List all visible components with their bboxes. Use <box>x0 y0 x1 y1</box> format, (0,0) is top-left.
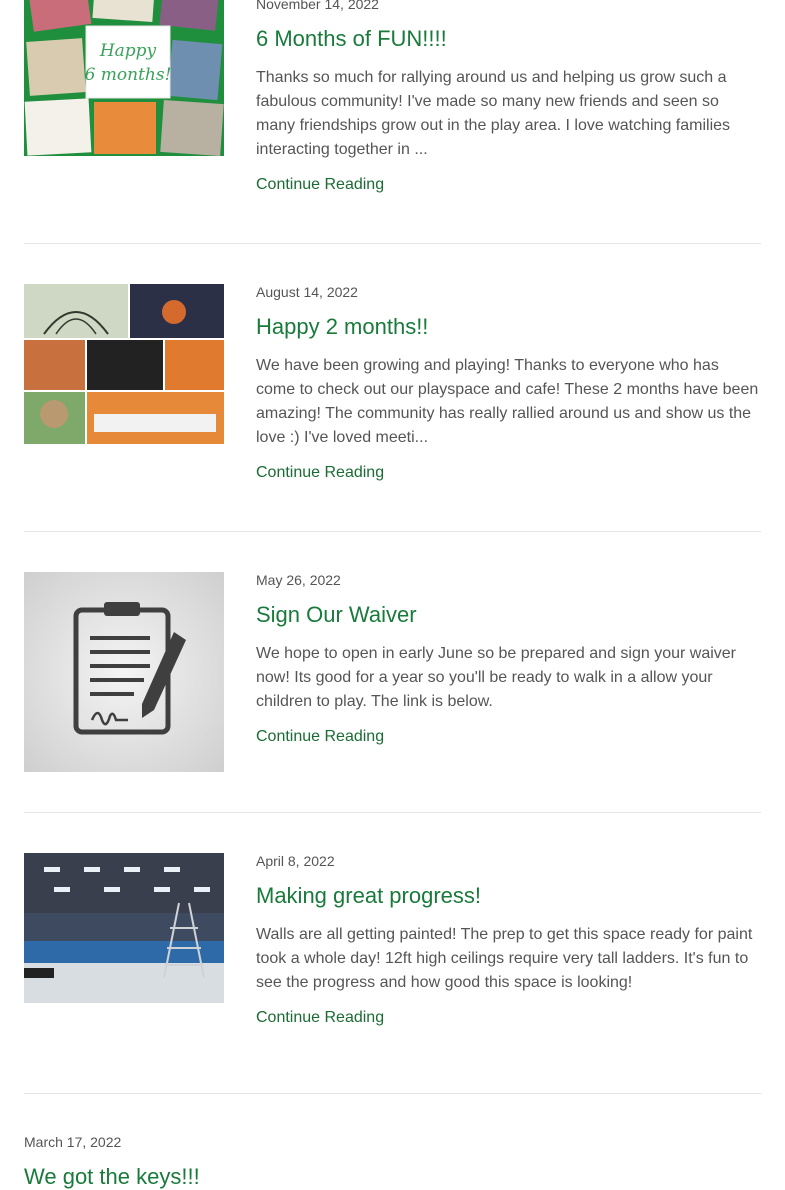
post-title[interactable]: 6 Months of FUN!!!! <box>256 26 761 52</box>
post-date: May 26, 2022 <box>256 572 341 588</box>
post-thumbnail[interactable] <box>24 853 224 1003</box>
post-thumbnail[interactable]: Happy 6 months! <box>24 0 224 156</box>
blog-post: April 8, 2022 Making great progress! Wal… <box>24 853 761 1063</box>
blog-post: Happy 6 months! November 14, 2022 6 Mont… <box>24 0 761 210</box>
post-date: April 8, 2022 <box>256 853 335 869</box>
continue-reading-link[interactable]: Continue Reading <box>256 727 384 747</box>
document-sign-icon <box>24 572 224 772</box>
post-date: November 14, 2022 <box>256 0 379 12</box>
blog-post: March 17, 2022 We got the keys!!! <box>24 1134 761 1190</box>
post-text: May 26, 2022 Sign Our Waiver We hope to … <box>256 572 761 747</box>
post-date: August 14, 2022 <box>256 284 358 300</box>
post-title[interactable]: We got the keys!!! <box>24 1164 761 1190</box>
post-excerpt: Walls are all getting painted! The prep … <box>256 926 753 991</box>
divider <box>24 531 761 532</box>
post-thumbnail[interactable] <box>24 284 224 444</box>
divider <box>24 812 761 813</box>
continue-reading-link[interactable]: Continue Reading <box>256 175 384 195</box>
divider <box>24 243 761 244</box>
svg-text:Happy: Happy <box>99 41 157 61</box>
svg-text:6 months!: 6 months! <box>85 65 172 85</box>
post-excerpt: We have been growing and playing! Thanks… <box>256 357 759 446</box>
post-title[interactable]: Sign Our Waiver <box>256 602 761 628</box>
post-title[interactable]: Making great progress! <box>256 883 761 909</box>
post-thumbnail[interactable] <box>24 572 224 772</box>
post-text: April 8, 2022 Making great progress! Wal… <box>256 853 761 1028</box>
continue-reading-link[interactable]: Continue Reading <box>256 1008 384 1028</box>
blog-post: May 26, 2022 Sign Our Waiver We hope to … <box>24 572 761 782</box>
post-excerpt: Thanks so much for rallying around us an… <box>256 69 731 158</box>
post-text: November 14, 2022 6 Months of FUN!!!! Th… <box>256 0 761 195</box>
divider <box>24 1093 761 1094</box>
continue-reading-link[interactable]: Continue Reading <box>256 463 384 483</box>
post-date: March 17, 2022 <box>24 1134 122 1150</box>
post-excerpt: We hope to open in early June so be prep… <box>256 645 737 710</box>
blog-post: August 14, 2022 Happy 2 months!! We have… <box>24 284 761 504</box>
post-title[interactable]: Happy 2 months!! <box>256 314 761 340</box>
post-text: August 14, 2022 Happy 2 months!! We have… <box>256 284 761 483</box>
